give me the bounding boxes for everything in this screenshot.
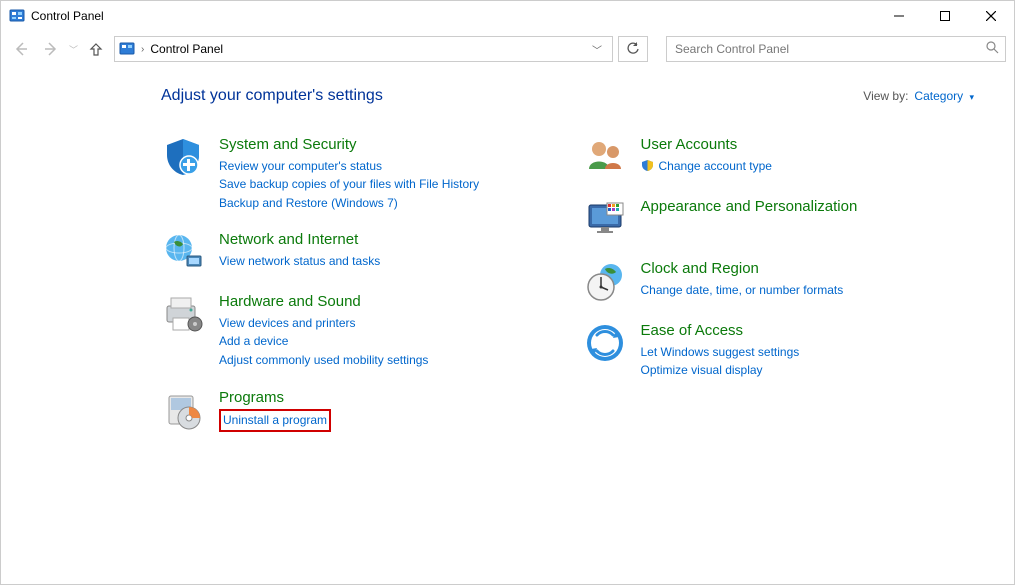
category-appearance: Appearance and Personalization	[583, 197, 975, 241]
refresh-button[interactable]	[618, 36, 648, 62]
link-label: Change account type	[659, 157, 772, 176]
page-heading: Adjust your computer's settings	[161, 87, 383, 105]
shield-small-icon	[641, 159, 655, 173]
globe-network-icon[interactable]	[161, 230, 205, 274]
category-title[interactable]: Programs	[219, 388, 553, 408]
viewby-dropdown[interactable]: Category ▾	[914, 89, 974, 103]
link-view-devices[interactable]: View devices and printers	[219, 314, 553, 333]
category-title[interactable]: Network and Internet	[219, 230, 553, 250]
printer-icon[interactable]	[161, 292, 205, 336]
category-title[interactable]: Appearance and Personalization	[641, 197, 975, 217]
category-title[interactable]: Clock and Region	[641, 259, 975, 279]
category-title[interactable]: User Accounts	[641, 135, 975, 155]
link-change-account-type[interactable]: Change account type	[641, 157, 975, 176]
close-button[interactable]	[968, 1, 1014, 31]
category-title[interactable]: System and Security	[219, 135, 553, 155]
link-suggest-settings[interactable]: Let Windows suggest settings	[641, 343, 975, 362]
search-input[interactable]	[673, 41, 986, 57]
minimize-button[interactable]	[876, 1, 922, 31]
link-review-status[interactable]: Review your computer's status	[219, 157, 553, 176]
chevron-right-icon[interactable]: ›	[139, 44, 146, 55]
disc-box-icon[interactable]	[161, 388, 205, 432]
category-network: Network and Internet View network status…	[161, 230, 553, 274]
category-system-security: System and Security Review your computer…	[161, 135, 553, 212]
category-title[interactable]: Ease of Access	[641, 321, 975, 341]
chevron-down-icon: ▾	[969, 92, 974, 102]
breadcrumb[interactable]: Control Panel	[150, 42, 582, 56]
link-uninstall-program[interactable]: Uninstall a program	[219, 409, 331, 432]
category-ease-of-access: Ease of Access Let Windows suggest setti…	[583, 321, 975, 380]
back-button[interactable]	[9, 37, 33, 61]
search-box[interactable]	[666, 36, 1006, 62]
content-area: Adjust your computer's settings View by:…	[1, 67, 1014, 470]
titlebar: Control Panel	[1, 1, 1014, 31]
ease-of-access-icon[interactable]	[583, 321, 627, 365]
link-add-device[interactable]: Add a device	[219, 332, 553, 351]
monitor-colors-icon[interactable]	[583, 197, 627, 241]
up-button[interactable]	[84, 37, 108, 61]
category-clock-region: Clock and Region Change date, time, or n…	[583, 259, 975, 303]
navbar: ﹀ › Control Panel ﹀	[1, 31, 1014, 67]
link-network-status[interactable]: View network status and tasks	[219, 252, 553, 271]
control-panel-icon	[119, 41, 135, 57]
window-title: Control Panel	[31, 9, 104, 23]
viewby-label: View by:	[863, 89, 908, 103]
shield-icon[interactable]	[161, 135, 205, 179]
address-dropdown-icon[interactable]: ﹀	[586, 42, 608, 57]
category-hardware: Hardware and Sound View devices and prin…	[161, 292, 553, 369]
address-bar[interactable]: › Control Panel ﹀	[114, 36, 613, 62]
users-icon[interactable]	[583, 135, 627, 179]
link-mobility-settings[interactable]: Adjust commonly used mobility settings	[219, 351, 553, 370]
control-panel-icon	[9, 8, 25, 24]
viewby-value: Category	[914, 89, 963, 103]
forward-button[interactable]	[39, 37, 63, 61]
maximize-button[interactable]	[922, 1, 968, 31]
clock-globe-icon[interactable]	[583, 259, 627, 303]
category-title[interactable]: Hardware and Sound	[219, 292, 553, 312]
link-backup-restore[interactable]: Backup and Restore (Windows 7)	[219, 194, 553, 213]
link-optimize-display[interactable]: Optimize visual display	[641, 361, 975, 380]
search-icon[interactable]	[986, 41, 999, 57]
category-user-accounts: User Accounts Change account type	[583, 135, 975, 179]
category-programs: Programs Uninstall a program	[161, 388, 553, 432]
link-change-date-formats[interactable]: Change date, time, or number formats	[641, 281, 975, 300]
recent-chevron-icon[interactable]: ﹀	[69, 43, 78, 56]
link-file-history[interactable]: Save backup copies of your files with Fi…	[219, 175, 553, 194]
